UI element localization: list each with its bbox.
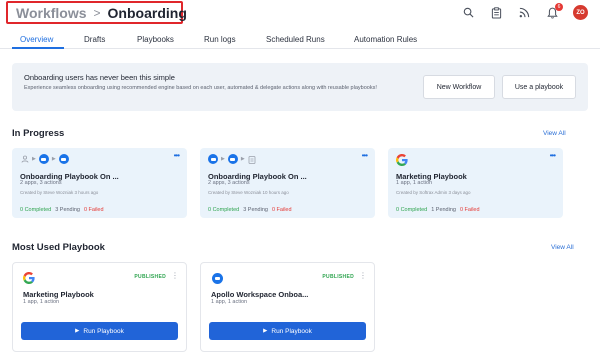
breadcrumb-root[interactable]: Workflows [16, 5, 87, 21]
failed-count: 0 Failed [83, 207, 104, 213]
kebab-menu-icon[interactable]: ⋮ [171, 271, 179, 280]
workflow-flow: ▶ ▶ [208, 154, 257, 164]
card-meta: 1 app, 1 action [396, 180, 433, 186]
new-workflow-button[interactable]: New Workflow [423, 75, 495, 99]
pending-count: 3 Pending [243, 207, 268, 213]
card-status: 0 Completed 3 Pending 0 Failed [20, 207, 104, 213]
most-used-view-all[interactable]: View All [551, 244, 574, 251]
failed-count: 0 Failed [271, 207, 292, 213]
arrow-right-icon: ▶ [32, 156, 36, 162]
playbook-card[interactable]: PUBLISHED ⋮ Apollo Workspace Onboa... 1 … [200, 262, 375, 352]
zoom-icon [38, 154, 49, 164]
search-icon[interactable] [461, 6, 475, 20]
tab-run-logs[interactable]: Run logs [204, 35, 236, 44]
pending-count: 3 Pending [55, 207, 80, 213]
published-badge: PUBLISHED [134, 274, 166, 280]
arrow-right-icon: ▶ [221, 156, 225, 162]
header-actions: 6 ZO [461, 2, 588, 20]
pending-count: 1 Pending [431, 207, 456, 213]
breadcrumb: Workflows > Onboarding [6, 1, 187, 24]
card-meta: 2 apps, 3 actions [20, 180, 62, 186]
rss-icon[interactable] [517, 6, 531, 20]
playbook-card[interactable]: PUBLISHED ⋮ Marketing Playbook 1 app, 1 … [12, 262, 187, 352]
zoom-icon [208, 154, 218, 164]
card-status: 0 Completed 3 Pending 0 Failed [208, 207, 292, 213]
card-created: Created by Steve Wozniak 10 hours ago [208, 190, 289, 195]
failed-count: 0 Failed [459, 207, 480, 213]
run-playbook-button[interactable]: ▶ Run Playbook [21, 322, 178, 340]
in-progress-card[interactable]: ▶ ▶ ••• Onboarding Playbook On ... 2 app… [200, 148, 375, 218]
card-name: Apollo Workspace Onboa... [211, 290, 309, 299]
in-progress-card[interactable]: ▶ ▶ ••• Onboarding Playbook On ... 2 app… [12, 148, 187, 218]
more-options-icon[interactable]: ••• [550, 151, 556, 160]
tab-scheduled-runs[interactable]: Scheduled Runs [266, 35, 325, 44]
workflow-flow [396, 154, 408, 166]
card-meta: 2 apps, 3 actions [208, 180, 250, 186]
published-badge: PUBLISHED [322, 274, 354, 280]
completed-count: 0 Completed [396, 207, 428, 213]
workflow-flow: ▶ ▶ [20, 154, 69, 164]
completed-count: 0 Completed [20, 207, 52, 213]
clipboard-icon[interactable] [489, 6, 503, 20]
arrow-right-icon: ▶ [51, 156, 56, 162]
tab-automation-rules[interactable]: Automation Rules [354, 35, 417, 44]
breadcrumb-separator: > [93, 5, 101, 20]
card-status: 0 Completed 1 Pending 0 Failed [396, 207, 480, 213]
google-icon [396, 154, 408, 166]
in-progress-view-all[interactable]: View All [543, 130, 566, 137]
tab-playbooks[interactable]: Playbooks [137, 35, 174, 44]
card-name: Marketing Playbook [23, 290, 94, 299]
play-icon: ▶ [75, 328, 80, 334]
zoom-icon [58, 154, 69, 164]
user-icon [20, 155, 29, 164]
notification-badge: 6 [555, 2, 563, 11]
zoom-icon [211, 272, 223, 284]
clipboard-icon [248, 155, 257, 164]
banner-description: Experience seamless onboarding using rec… [24, 85, 377, 91]
more-options-icon[interactable]: ••• [362, 151, 368, 160]
bell-icon[interactable]: 6 [545, 2, 563, 20]
card-meta: 1 app, 1 action [23, 299, 60, 305]
kebab-menu-icon[interactable]: ⋮ [359, 271, 367, 280]
run-playbook-label: Run Playbook [83, 327, 124, 335]
completed-count: 0 Completed [208, 207, 240, 213]
tab-overview[interactable]: Overview [20, 35, 53, 44]
zoom-icon [227, 154, 238, 164]
google-icon [23, 272, 35, 284]
active-tab-indicator [12, 47, 64, 49]
tab-bar: Overview Drafts Playbooks Run logs Sched… [0, 32, 600, 49]
tab-drafts[interactable]: Drafts [84, 35, 105, 44]
in-progress-card[interactable]: ••• Marketing Playbook 1 app, 1 action C… [388, 148, 563, 218]
most-used-title: Most Used Playbook [12, 242, 105, 253]
card-created: Created by Softrax Admin 3 days ago [396, 190, 471, 195]
use-playbook-button[interactable]: Use a playbook [502, 75, 576, 99]
avatar[interactable]: ZO [573, 5, 588, 20]
card-meta: 1 app, 1 action [211, 299, 248, 305]
play-icon: ▶ [263, 328, 268, 334]
more-options-icon[interactable]: ••• [174, 151, 180, 160]
run-playbook-label: Run Playbook [271, 327, 312, 335]
top-bar: Workflows > Onboarding 6 ZO [0, 0, 600, 32]
run-playbook-button[interactable]: ▶ Run Playbook [209, 322, 366, 340]
breadcrumb-current: Onboarding [107, 4, 187, 21]
in-progress-title: In Progress [12, 128, 65, 139]
card-created: Created by Steve Wozniak 3 hours ago [20, 190, 99, 195]
arrow-right-icon: ▶ [240, 156, 245, 162]
onboarding-banner: Onboarding users has never been this sim… [12, 63, 588, 111]
banner-title: Onboarding users has never been this sim… [24, 73, 175, 82]
